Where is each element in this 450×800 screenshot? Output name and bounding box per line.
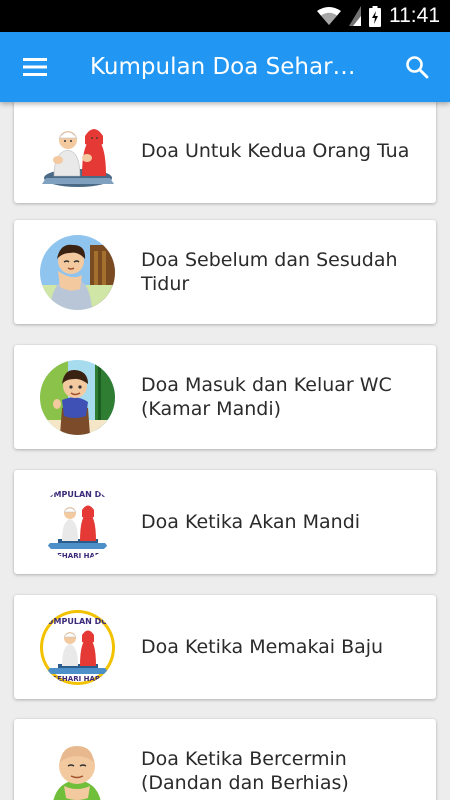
- signal-icon: [349, 6, 361, 26]
- list-item-doa-wc[interactable]: Doa Masuk dan Keluar WC (Kamar Mandi): [14, 345, 436, 449]
- svg-text:KUMPULAN DOA: KUMPULAN DOA: [41, 490, 115, 499]
- app-title: Kumpulan Doa Sehari-hari: [90, 54, 360, 80]
- list-item-doa-memakai-baju[interactable]: KUMPULAN DOA SEHARI HARI Doa Ketika Mema…: [14, 595, 436, 699]
- hamburger-menu-icon: [23, 58, 47, 76]
- list-item-title: Doa Sebelum dan Sesudah Tidur: [141, 249, 398, 295]
- app-logo-icon: KUMPULAN DOA SEHARI HARI: [40, 610, 115, 685]
- svg-text:KUMPULAN DOA: KUMPULAN DOA: [41, 617, 115, 626]
- list-item-doa-orang-tua[interactable]: Doa Untuk Kedua Orang Tua: [14, 102, 436, 203]
- menu-button[interactable]: [14, 46, 56, 88]
- boy-bed-icon: [40, 235, 115, 310]
- list-item-title: Doa Ketika Bercermin (Dandan dan Berhias…: [141, 748, 349, 794]
- svg-text:SEHARI HARI: SEHARI HARI: [52, 675, 103, 683]
- status-time: 11:41: [389, 4, 440, 27]
- status-bar: 11:41: [0, 0, 450, 32]
- prayer-list: Doa Untuk Kedua Orang Tua Doa Sebelum da…: [0, 102, 450, 800]
- svg-text:SEHARI HARI: SEHARI HARI: [52, 552, 103, 560]
- wifi-icon: [317, 7, 341, 25]
- child-praying-icon: [40, 734, 115, 800]
- list-item-title: Doa Untuk Kedua Orang Tua: [141, 140, 410, 162]
- app-logo-icon: KUMPULAN DOA SEHARI HARI: [40, 485, 115, 560]
- app-bar: Kumpulan Doa Sehari-hari: [0, 32, 450, 102]
- list-item-doa-mandi[interactable]: KUMPULAN DOA SEHARI HARI Doa Ketika Akan…: [14, 470, 436, 574]
- list-item-title: Doa Ketika Memakai Baju: [141, 636, 384, 658]
- search-button[interactable]: [396, 46, 438, 88]
- battery-icon: [369, 5, 381, 27]
- list-item-doa-bercermin[interactable]: Doa Ketika Bercermin (Dandan dan Berhias…: [14, 719, 436, 800]
- boy-door-icon: [40, 360, 115, 435]
- search-icon: [406, 56, 429, 79]
- list-item-title: Doa Ketika Akan Mandi: [141, 511, 361, 533]
- status-icons: 11:41: [317, 0, 440, 32]
- list-item-title: Doa Masuk dan Keluar WC (Kamar Mandi): [141, 374, 392, 420]
- list-item-doa-tidur[interactable]: Doa Sebelum dan Sesudah Tidur: [14, 220, 436, 324]
- praying-couple-icon: [40, 114, 115, 189]
